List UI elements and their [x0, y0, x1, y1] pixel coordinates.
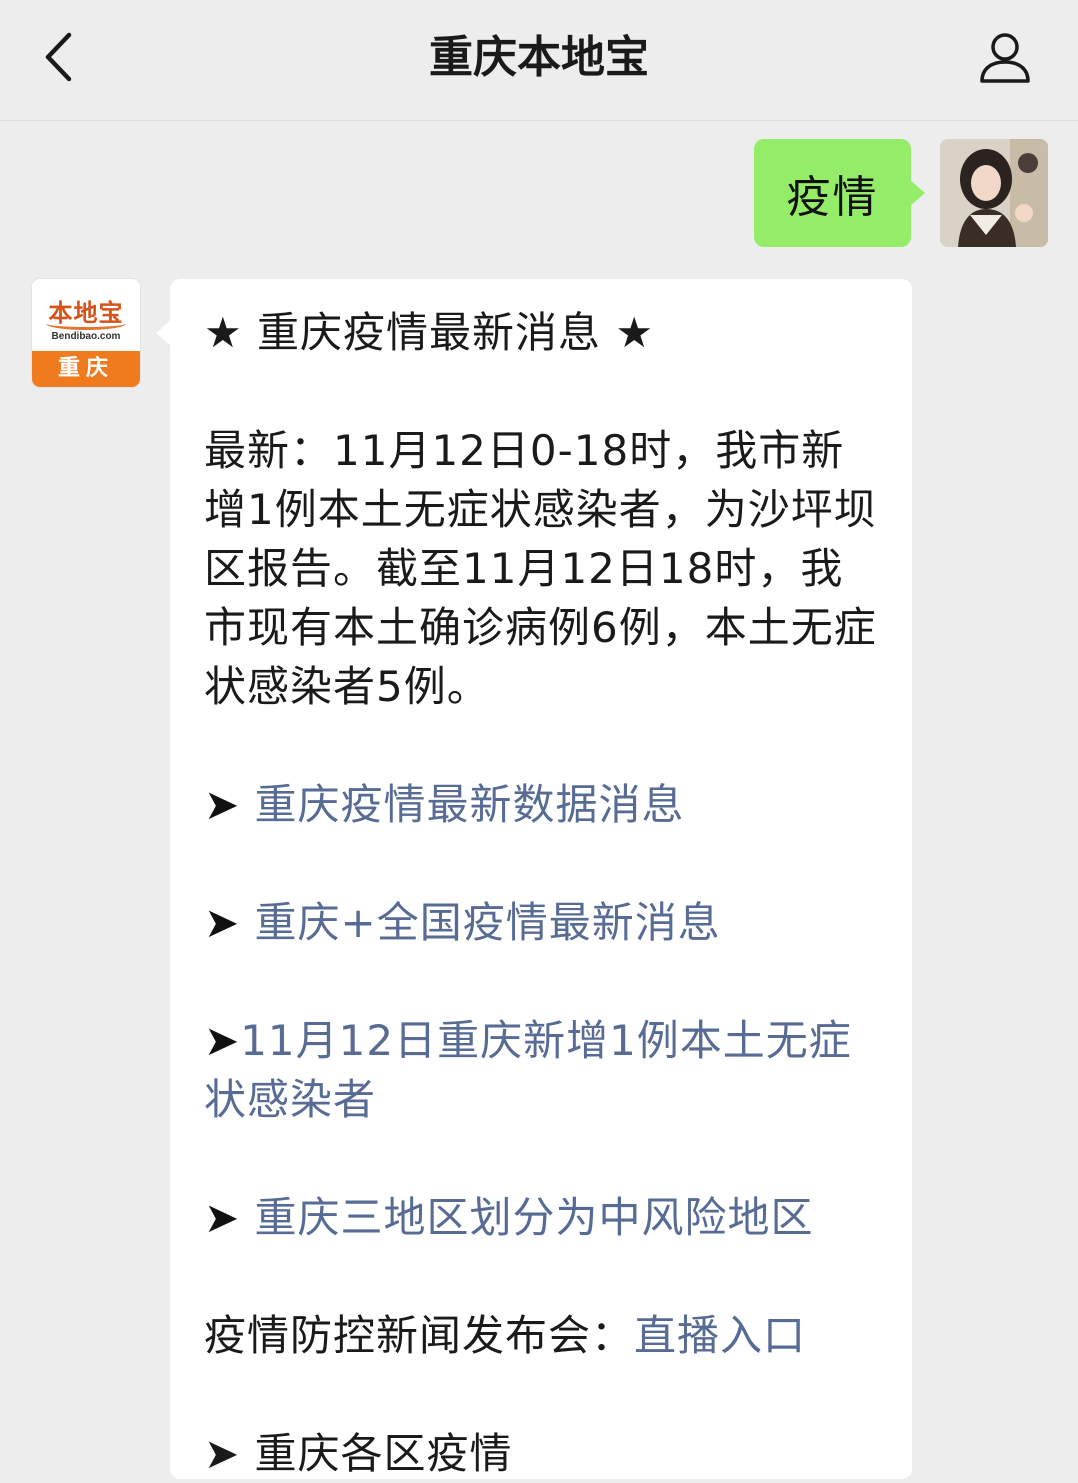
user-avatar-photo: [940, 139, 1048, 247]
user-message-text: 疫情: [786, 172, 879, 223]
message-body: 最新：11月12日0-18时，我市新增1例本土无症状感染者，为沙坪坝区报告。截至…: [204, 426, 877, 711]
logo-url: Bendibao.com: [51, 331, 121, 342]
live-stream-link[interactable]: 直播入口: [634, 1311, 806, 1360]
partial-next-line: ➤ 重庆各区疫情: [204, 1429, 513, 1478]
nav-bar: 重庆本地宝: [0, 0, 1078, 121]
link-nov12-case[interactable]: 11月12日重庆新增1例本土无症状感染者: [204, 1016, 852, 1124]
page-title: 重庆本地宝: [429, 32, 649, 83]
arrow-icon: ➤: [204, 780, 255, 829]
link-medium-risk[interactable]: 重庆三地区划分为中风险地区: [255, 1193, 814, 1242]
link-row: ➤ 重庆疫情最新数据消息: [204, 775, 882, 834]
press-conference-row: 疫情防控新闻发布会：直播入口: [204, 1306, 882, 1365]
user-icon: [980, 33, 1030, 83]
user-avatar[interactable]: [940, 139, 1048, 247]
link-latest-data[interactable]: 重庆疫情最新数据消息: [255, 780, 685, 829]
user-message-bubble[interactable]: 疫情: [754, 139, 925, 247]
link-row: ➤ 重庆+全国疫情最新消息: [204, 893, 882, 952]
link-national-news[interactable]: 重庆+全国疫情最新消息: [255, 898, 721, 947]
logo-city: 重庆: [32, 351, 140, 387]
profile-button[interactable]: [970, 24, 1040, 90]
logo-arc: [46, 317, 126, 330]
press-label: 疫情防控新闻发布会：: [204, 1311, 635, 1360]
link-row: ➤11月12日重庆新增1例本土无症状感染者: [204, 1011, 882, 1129]
link-row: ➤ 重庆三地区划分为中风险地区: [204, 1188, 882, 1247]
bot-message-bubble: ★ 重庆疫情最新消息 ★ 最新：11月12日0-18时，我市新增1例本土无症状感…: [156, 279, 912, 1479]
message-title: ★ 重庆疫情最新消息 ★: [204, 308, 655, 357]
arrow-icon: ➤: [204, 1193, 255, 1242]
bot-avatar[interactable]: 本地宝 Bendibao.com 重庆: [32, 279, 140, 387]
arrow-icon: ➤: [204, 1016, 241, 1065]
arrow-icon: ➤: [204, 898, 255, 947]
